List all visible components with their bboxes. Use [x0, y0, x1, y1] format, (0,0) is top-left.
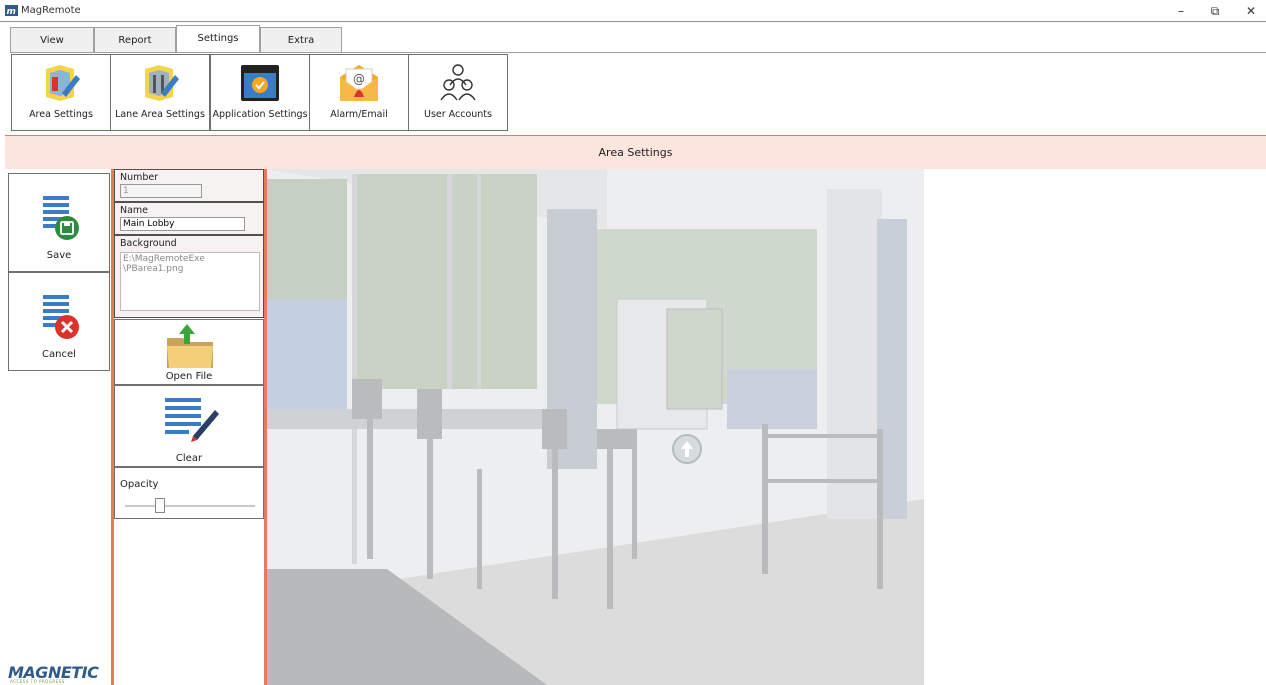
- alarm-email-button[interactable]: @ Alarm/Email: [309, 54, 409, 131]
- cancel-button[interactable]: Cancel: [8, 272, 110, 371]
- tab-strip-divider: [10, 52, 1266, 53]
- area-settings-icon: [46, 65, 80, 101]
- background-field-group: Background: [114, 235, 264, 318]
- name-label: Name: [120, 205, 149, 216]
- opacity-slider-track[interactable]: [125, 505, 255, 507]
- magnetic-tagline: ACCESS TO PROGRESS: [10, 679, 65, 684]
- action-sidebar: Save Cancel: [5, 169, 111, 685]
- background-path-input[interactable]: [120, 252, 260, 311]
- alarm-email-label: Alarm/Email: [330, 109, 388, 120]
- user-accounts-label: User Accounts: [424, 109, 492, 120]
- tab-settings[interactable]: Settings: [176, 25, 260, 52]
- lane-area-settings-icon: [145, 65, 179, 101]
- lobby-photo: [267, 169, 924, 685]
- cancel-label: Cancel: [42, 349, 76, 360]
- lane-area-settings-label: Lane Area Settings: [115, 109, 205, 120]
- background-label: Background: [120, 238, 177, 249]
- opacity-group: Opacity: [114, 467, 264, 519]
- number-field-group: Number: [114, 169, 264, 202]
- save-button[interactable]: Save: [8, 173, 110, 272]
- save-icon: [43, 196, 79, 240]
- clear-icon: [165, 398, 219, 442]
- name-field-group: Name: [114, 202, 264, 235]
- area-settings-label: Area Settings: [29, 109, 93, 120]
- svg-text:@: @: [353, 72, 365, 86]
- title-bar: m MagRemote – ⧉ ✕: [0, 0, 1266, 22]
- open-file-button[interactable]: Open File: [114, 319, 264, 385]
- tab-extra[interactable]: Extra: [260, 27, 342, 52]
- close-button[interactable]: ✕: [1236, 2, 1266, 20]
- cancel-icon: [43, 295, 79, 339]
- app-logo-icon: m: [5, 5, 18, 17]
- window-title: MagRemote: [21, 5, 81, 16]
- opacity-slider-thumb[interactable]: [155, 498, 165, 513]
- application-settings-label: Application Settings: [212, 109, 308, 120]
- area-background-image: [267, 169, 924, 685]
- area-form-panel: Number Name Background Open File Clear O…: [114, 169, 264, 685]
- open-folder-icon: [167, 324, 213, 368]
- user-accounts-button[interactable]: User Accounts: [408, 54, 508, 131]
- user-accounts-icon: [440, 64, 476, 101]
- minimize-button[interactable]: –: [1166, 2, 1196, 20]
- tab-report[interactable]: Report: [94, 27, 176, 52]
- application-settings-icon: [241, 65, 279, 101]
- area-settings-button[interactable]: Area Settings: [11, 54, 111, 131]
- clear-label: Clear: [175, 453, 203, 464]
- clear-button[interactable]: Clear: [114, 385, 264, 467]
- alarm-email-icon: @: [340, 65, 378, 101]
- number-input[interactable]: [120, 184, 202, 198]
- section-title: Area Settings: [5, 135, 1266, 169]
- name-input[interactable]: [120, 217, 245, 231]
- application-settings-button[interactable]: Application Settings: [210, 54, 310, 131]
- lane-area-settings-button[interactable]: Lane Area Settings: [110, 54, 210, 131]
- save-label: Save: [46, 250, 72, 261]
- svg-text:m: m: [7, 7, 16, 17]
- tab-view[interactable]: View: [10, 27, 94, 52]
- opacity-label: Opacity: [120, 479, 159, 490]
- open-file-label: Open File: [165, 371, 213, 382]
- number-label: Number: [120, 172, 159, 183]
- restore-button[interactable]: ⧉: [1200, 2, 1230, 20]
